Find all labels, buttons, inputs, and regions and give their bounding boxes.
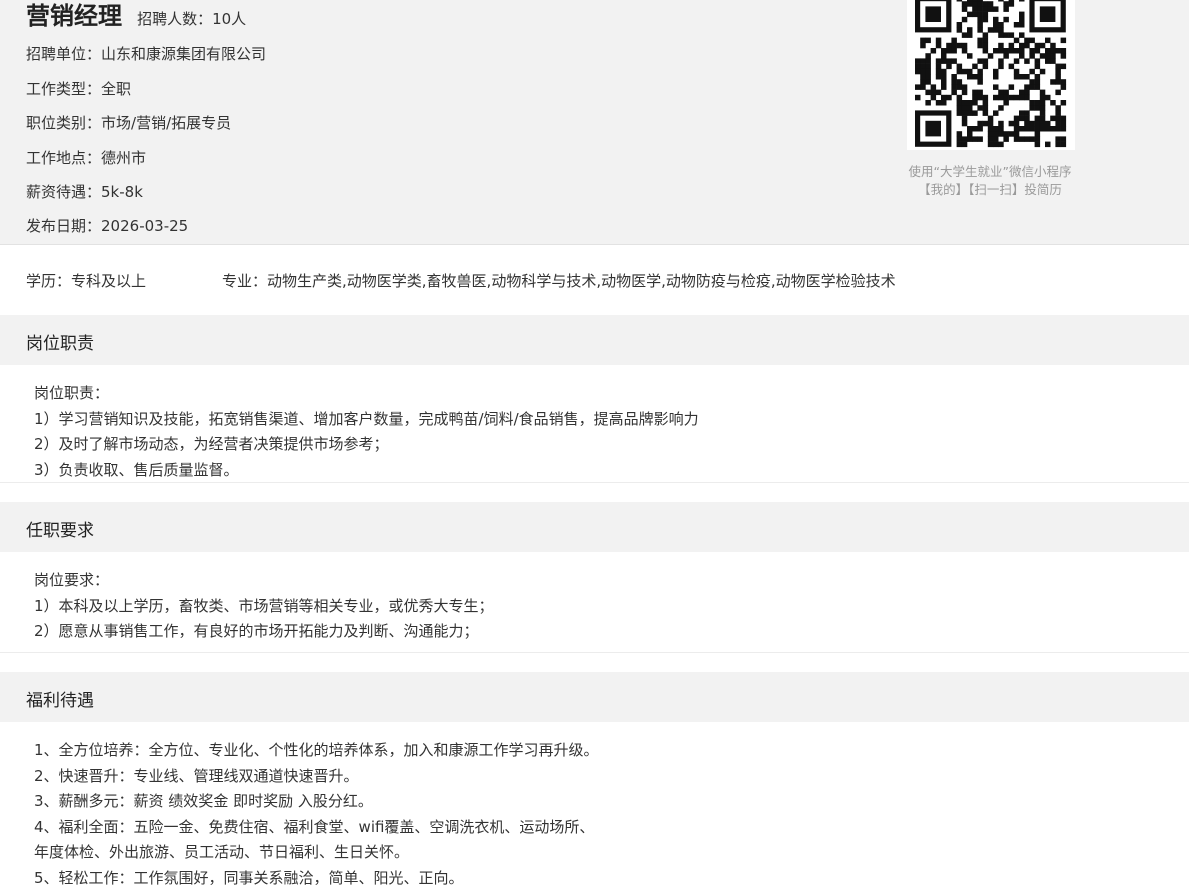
info-label: 薪资待遇： [26,183,101,201]
hire-count: 招聘人数：10人 [137,10,246,28]
qualifications-section-title: 任职要求 [26,516,94,541]
benefits-line: 年度体检、外出旅游、员工活动、节日福利、生日关怀。 [34,840,1174,866]
info-label: 招聘单位： [26,45,101,63]
qr-caption-line2: 【我的】【扫一扫】投简历 [890,179,1090,198]
location-value: 德州市 [101,149,146,167]
qualifications-line: 2）愿意从事销售工作，有良好的市场开拓能力及判断、沟通能力； [34,619,1174,645]
post-date-value: 2026-03-25 [101,217,188,235]
major-value: 动物生产类,动物医学类,畜牧兽医,动物科学与技术,动物医学,动物防疫与检疫,动物… [267,272,896,290]
job-title: 营销经理 [26,2,122,30]
benefits-line: 4、福利全面：五险一金、免费住宿、福利食堂、wifi覆盖、空调洗衣机、运动场所、 [34,815,1174,841]
qualifications-section-header: 任职要求 [0,502,1189,552]
job-header: 营销经理 招聘人数：10人 招聘单位：山东和康源集团有限公司 工作类型：全职 职… [0,0,1189,245]
info-location: 工作地点：德州市 [26,147,146,168]
qualifications-line: 1）本科及以上学历，畜牧类、市场营销等相关专业，或优秀大专生； [34,594,1174,620]
benefits-line: 2、快速晋升：专业线、管理线双通道快速晋升。 [34,764,1174,790]
duties-section-header: 岗位职责 [0,315,1189,365]
info-label: 职位类别： [26,114,101,132]
info-job-type: 工作类型：全职 [26,78,131,99]
education-label: 学历： [26,272,71,290]
benefits-section-body: 1、全方位培养：全方位、专业化、个性化的培养体系，加入和康源工作学习再升级。 2… [34,738,1174,891]
benefits-section-title: 福利待遇 [26,686,94,711]
qr-caption-line1: 使用“大学生就业”微信小程序 [890,161,1090,180]
qualifications-line: 岗位要求： [34,568,1174,594]
duties-line: 3）负责收取、售后质量监督。 [34,458,1174,484]
qr-code [907,0,1075,150]
benefits-section-header: 福利待遇 [0,672,1189,722]
education-value: 专科及以上 [71,272,146,290]
info-label: 工作类型： [26,80,101,98]
duties-section-title: 岗位职责 [26,329,94,354]
benefits-line: 5、轻松工作：工作氛围好，同事关系融洽，简单、阳光、正向。 [34,866,1174,891]
benefits-line: 1、全方位培养：全方位、专业化、个性化的培养体系，加入和康源工作学习再升级。 [34,738,1174,764]
info-label: 工作地点： [26,149,101,167]
info-post-date: 发布日期：2026-03-25 [26,215,188,236]
duties-line: 1）学习营销知识及技能，拓宽销售渠道、增加客户数量，完成鸭苗/饲料/食品销售，提… [34,407,1174,433]
info-salary: 薪资待遇：5k-8k [26,181,143,202]
education-requirement: 学历：专科及以上 [26,270,146,291]
job-type-value: 全职 [101,80,131,98]
info-employer: 招聘单位：山东和康源集团有限公司 [26,43,266,64]
section-divider [0,652,1189,653]
duties-section-body: 岗位职责： 1）学习营销知识及技能，拓宽销售渠道、增加客户数量，完成鸭苗/饲料/… [34,381,1174,483]
salary-value: 5k-8k [101,183,143,201]
info-label: 发布日期： [26,217,101,235]
category-value: 市场/营销/拓展专员 [101,114,231,132]
benefits-line: 3、薪酬多元：薪资 绩效奖金 即时奖励 入股分红。 [34,789,1174,815]
section-divider [0,482,1189,483]
duties-line: 岗位职责： [34,381,1174,407]
employer-value: 山东和康源集团有限公司 [101,45,266,63]
title-row: 营销经理 招聘人数：10人 [26,0,246,31]
major-label: 专业： [222,272,267,290]
major-requirement: 专业：动物生产类,动物医学类,畜牧兽医,动物科学与技术,动物医学,动物防疫与检疫… [222,270,896,291]
qualifications-section-body: 岗位要求： 1）本科及以上学历，畜牧类、市场营销等相关专业，或优秀大专生； 2）… [34,568,1174,645]
duties-line: 2）及时了解市场动态，为经营者决策提供市场参考； [34,432,1174,458]
info-category: 职位类别：市场/营销/拓展专员 [26,112,231,133]
